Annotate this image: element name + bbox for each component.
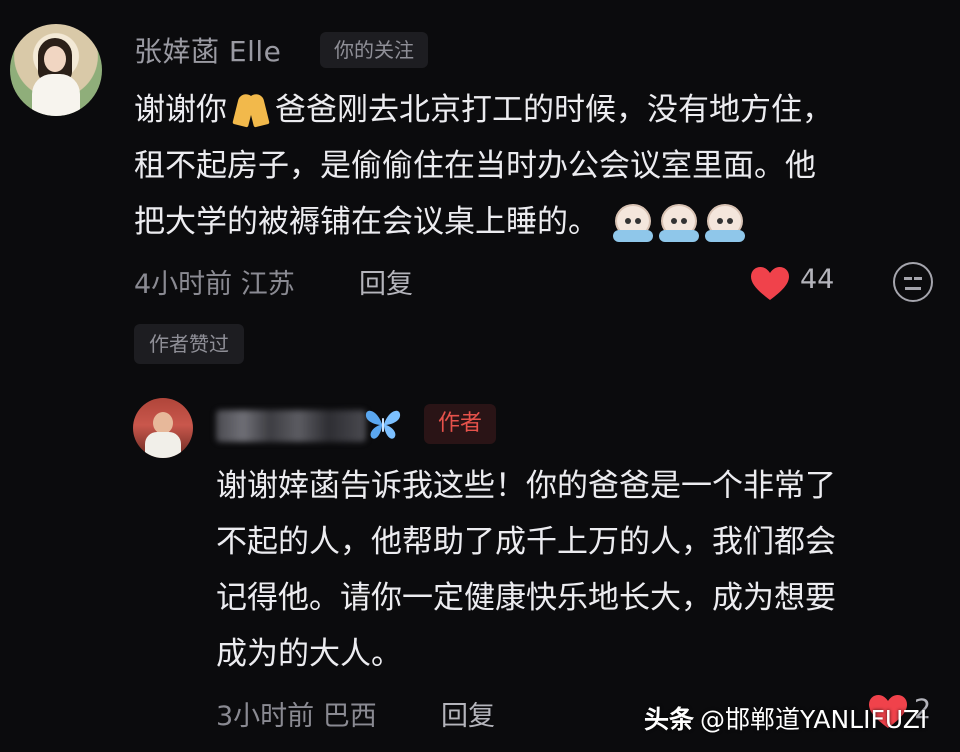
commenter-username[interactable]: 张婞菡 Elle <box>134 30 281 70</box>
like-count: 44 <box>800 264 835 295</box>
comment-time-location: 4小时前 江苏 <box>134 269 295 300</box>
comment-text-segment: 把大学的被褥铺在会议桌上睡的。 <box>134 204 599 240</box>
reply-text-line: 记得他。请你一定健康快乐地长大，成为想要 <box>216 580 836 616</box>
author-badge: 作者 <box>424 404 497 444</box>
watermark-brand: 头条 <box>644 705 695 734</box>
author-liked-badge: 作者赞过 <box>134 324 244 364</box>
comment-text-line: 把大学的被褥铺在会议桌上睡的。 <box>134 202 751 252</box>
dislike-face-icon[interactable] <box>893 262 933 302</box>
crying-face-icon <box>659 202 699 242</box>
comment-thread: 张婞菡 Elle 你的关注 谢谢你 爸爸刚去北京打工的时候，没有地方住， 租不起房… <box>0 0 960 752</box>
comment-text-line: 租不起房子，是偷偷住在当时办公会议室里面。他 <box>134 148 816 184</box>
reply-text-line: 成为的大人。 <box>216 636 402 672</box>
watermark: 头条 @邯郸道YANLIFUZI <box>644 700 927 736</box>
crying-emoji-group <box>613 202 751 252</box>
reply-button[interactable]: 回复 <box>359 262 413 301</box>
butterfly-icon <box>365 410 401 439</box>
author-avatar[interactable] <box>133 398 193 458</box>
reply-text-line: 不起的人，他帮助了成千上万的人，我们都会 <box>216 524 836 560</box>
crying-face-icon <box>705 202 745 242</box>
author-username-blurred[interactable] <box>216 410 366 442</box>
commenter-avatar[interactable] <box>10 24 102 116</box>
watermark-handle: @邯郸道YANLIFUZI <box>700 705 928 734</box>
heart-icon[interactable] <box>750 266 790 302</box>
comment-text-segment: 谢谢你 <box>134 92 227 128</box>
follow-badge: 你的关注 <box>320 32 428 68</box>
crying-face-icon <box>613 202 653 242</box>
reply-text-line: 谢谢婞菡告诉我这些！你的爸爸是一个非常了 <box>216 468 836 504</box>
reply-time-location: 3小时前 巴西 <box>216 701 377 732</box>
pray-icon <box>231 92 271 126</box>
comment-text-segment: 爸爸刚去北京打工的时候，没有地方住， <box>275 92 833 128</box>
comment-text-line: 谢谢你 爸爸刚去北京打工的时候，没有地方住， <box>134 90 833 130</box>
reply-button[interactable]: 回复 <box>441 694 495 733</box>
